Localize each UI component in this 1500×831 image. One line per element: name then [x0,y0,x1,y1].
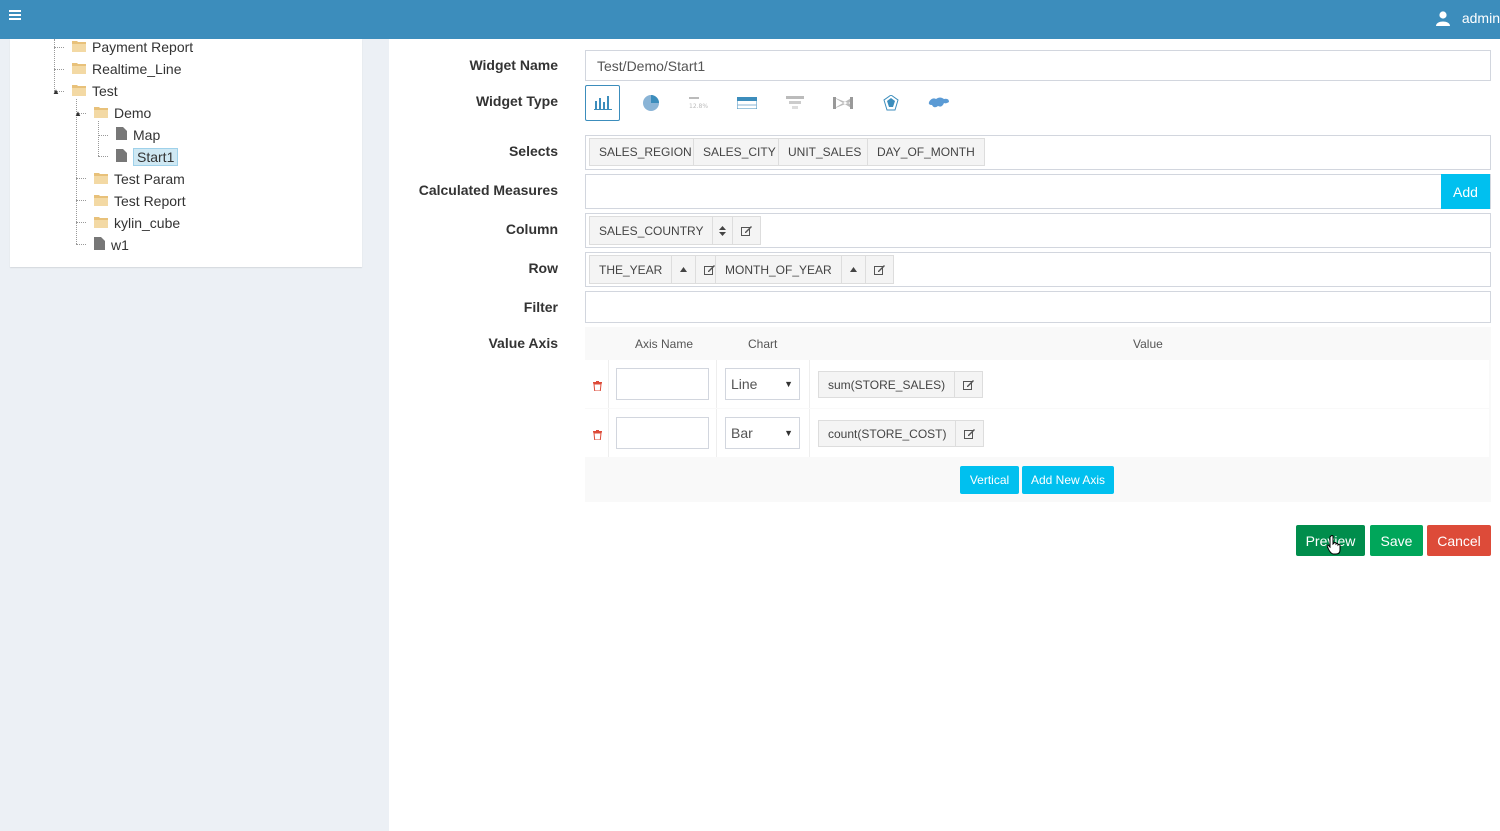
funnel-icon[interactable] [777,85,812,121]
edit-icon[interactable] [866,256,893,283]
file-icon [116,127,127,143]
sort-icon[interactable] [713,217,734,244]
svg-text:12.8%: 12.8% [689,103,708,109]
chart-type-select[interactable]: Bar ▼ [725,417,800,449]
add-new-axis-button[interactable]: Add New Axis [1022,466,1114,494]
hamburger-icon[interactable] [9,10,21,22]
tree-item-test-report[interactable]: Test Report [94,191,186,211]
value-axis-row: Line ▼ sum(STORE_SALES) [585,360,1489,408]
selects-label: Selects [508,143,558,159]
widget-name-label: Widget Name [469,57,558,73]
bar-chart-icon[interactable] [585,85,620,121]
widget-editor: Widget Name Test/Demo/Start1 Widget Type… [389,39,1500,831]
filter-dropzone[interactable] [585,291,1491,323]
value-axis-label: Value Axis [488,335,558,351]
row-chip[interactable]: MONTH_OF_YEAR [715,255,894,284]
select-chip[interactable]: SALES_REGION [589,138,702,166]
chart-type-value: Bar [731,425,753,441]
select-chip[interactable]: UNIT_SALES [778,138,872,166]
collapse-arrow-icon[interactable]: ▲ [52,87,60,96]
folder-icon [94,215,108,231]
top-navbar: admin [0,0,1500,39]
sort-asc-icon[interactable] [672,256,697,283]
column-chip[interactable]: SALES_COUNTRY [589,216,762,245]
column-chip-label: SALES_COUNTRY [590,217,714,244]
axis-name-header: Axis Name [635,337,694,351]
calculated-measures-label: Calculated Measures [418,182,558,198]
folder-icon [94,171,108,187]
value-chip-label: sum(STORE_SALES) [819,372,956,397]
row-label: Row [528,260,558,276]
save-button[interactable]: Save [1370,525,1423,556]
file-icon [116,149,127,165]
user-name: admin [1461,10,1500,26]
caret-down-icon: ▼ [784,379,793,389]
folder-icon [72,83,86,99]
widget-type-label: Widget Type [475,93,558,109]
row-chip[interactable]: THE_YEAR [589,255,725,284]
axis-name-input[interactable] [616,368,709,400]
tree-item-test[interactable]: Test [72,81,118,101]
chart-type-select[interactable]: Line ▼ [725,368,800,400]
value-chip-label: count(STORE_COST) [819,421,957,446]
folder-icon [72,39,86,55]
edit-icon[interactable] [733,217,760,244]
row-chip-label: MONTH_OF_YEAR [716,256,842,283]
trash-icon[interactable] [593,378,603,392]
tree-item-demo[interactable]: Demo [94,103,151,123]
widget-type-selector: 12.8% [585,85,985,121]
column-dropzone[interactable]: SALES_COUNTRY [585,213,1491,248]
value-chip[interactable]: sum(STORE_SALES) [818,371,984,398]
value-axis-table: Axis Name Chart Value Line ▼ sum(STORE_S… [585,327,1491,502]
axis-name-input[interactable] [616,417,709,449]
chart-header: Chart [748,337,778,351]
column-label: Column [505,221,558,237]
trash-icon[interactable] [593,427,603,441]
calculated-measures-input[interactable]: Add [585,174,1491,209]
hand-cursor-icon [1326,535,1341,560]
edit-icon[interactable] [955,372,982,397]
tree-item-realtime-line[interactable]: Realtime_Line [72,59,182,79]
left-panel: ▲ ▲ Payment Report Realtime_Line Test De… [0,39,389,831]
filter-label: Filter [523,299,558,315]
tree-item-w1[interactable]: w1 [94,235,129,255]
collapse-arrow-icon[interactable]: ▲ [74,109,82,118]
selects-dropzone[interactable]: SALES_REGION SALES_CITY UNIT_SALES DAY_O… [585,135,1491,170]
row-dropzone[interactable]: THE_YEAR MONTH_OF_YEAR [585,252,1491,287]
add-measure-button[interactable]: Add [1441,174,1490,209]
pie-chart-icon[interactable] [633,85,668,121]
widget-tree: ▲ ▲ Payment Report Realtime_Line Test De… [10,39,362,267]
user-icon [1435,10,1450,26]
folder-icon [94,105,108,121]
caret-down-icon: ▼ [784,428,793,438]
folder-icon [72,61,86,77]
folder-icon [94,193,108,209]
table-icon[interactable] [729,85,764,121]
tree-item-map[interactable]: Map [116,125,160,145]
row-chip-label: THE_YEAR [590,256,673,283]
value-chip[interactable]: count(STORE_COST) [818,420,985,447]
tree-item-kylin-cube[interactable]: kylin_cube [94,213,180,233]
tree-item-test-param[interactable]: Test Param [94,169,185,189]
value-header: Value [1133,337,1163,351]
map-icon[interactable] [921,85,956,121]
tree-item-start1[interactable]: Start1 [116,147,179,167]
select-chip[interactable]: SALES_CITY [693,138,786,166]
sort-asc-icon[interactable] [842,256,866,283]
user-menu[interactable]: admin [1435,8,1500,28]
radar-icon[interactable] [873,85,908,121]
chart-type-value: Line [731,376,758,392]
value-axis-row: Bar ▼ count(STORE_COST) [585,409,1489,457]
cancel-button[interactable]: Cancel [1427,525,1491,556]
widget-name-input[interactable]: Test/Demo/Start1 [585,50,1491,81]
sankey-icon[interactable] [825,85,860,121]
select-chip[interactable]: DAY_OF_MONTH [867,138,985,166]
tree-item-payment-report[interactable]: Payment Report [72,37,193,57]
vertical-button[interactable]: Vertical [960,466,1019,494]
file-icon [94,237,105,253]
edit-icon[interactable] [956,421,983,446]
kpi-icon[interactable]: 12.8% [681,85,716,121]
